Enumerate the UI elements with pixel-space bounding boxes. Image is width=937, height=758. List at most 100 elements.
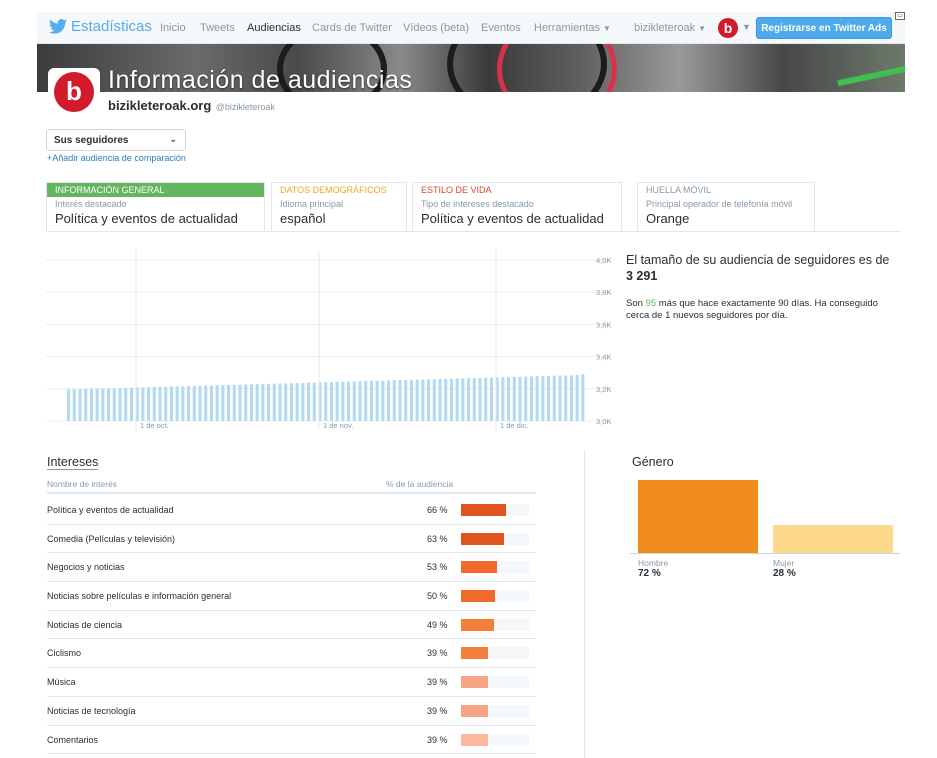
chart-bar: [358, 381, 362, 421]
audience-select[interactable]: Sus seguidores ⌄: [46, 129, 186, 151]
tab-value: Orange: [646, 211, 690, 226]
gender-chart-baseline: [630, 553, 900, 554]
chart-bar: [209, 385, 213, 421]
chart-bar: [112, 388, 116, 421]
y-tick-label: 4,0K: [596, 256, 611, 265]
chart-bar: [415, 379, 419, 421]
interest-bar: [461, 532, 504, 545]
table-row[interactable]: Ciclismo 39 %: [47, 639, 536, 669]
interest-name: Negocios y noticias: [47, 562, 125, 573]
chart-bar: [369, 380, 373, 421]
chart-bar: [124, 387, 128, 421]
chart-bar: [147, 387, 151, 421]
table-row[interactable]: Comentarios 39 %: [47, 726, 536, 755]
interest-bar: [461, 704, 488, 717]
chart-bar: [352, 381, 356, 421]
nav-tweets[interactable]: Tweets: [200, 22, 235, 34]
profile-avatar: b: [48, 68, 100, 114]
nav-inicio[interactable]: Inicio: [160, 22, 186, 34]
account-menu[interactable]: bizikleteroak ▼: [634, 22, 706, 34]
chart-bar: [84, 388, 88, 421]
chart-bar: [295, 383, 299, 421]
interests-table: Política y eventos de actualidad 66 % Come…: [47, 496, 536, 755]
chart-bar: [244, 384, 248, 421]
chart-bar: [227, 384, 231, 421]
profile-logo-circle: b: [54, 72, 94, 112]
x-tick-label: 1 de nov.: [323, 421, 353, 430]
interest-bar-track: [461, 504, 529, 516]
profile-handle: @bizikleteroak: [215, 102, 275, 112]
tab-header: INFORMACIÓN GENERAL: [47, 183, 264, 197]
interest-pct: 39 %: [427, 705, 448, 716]
interest-pct: 53 %: [427, 562, 448, 573]
chevron-down-icon[interactable]: ▼: [742, 22, 751, 32]
chart-bar: [478, 377, 482, 421]
table-row[interactable]: Comedia (Películas y televisión) 63 %: [47, 525, 536, 554]
chart-bar: [438, 378, 442, 421]
nav-eventos[interactable]: Eventos: [481, 22, 521, 34]
chevron-down-icon: ▼: [698, 24, 707, 33]
table-row[interactable]: Negocios y noticias 53 %: [47, 553, 536, 583]
y-tick-label: 3,2K: [596, 385, 611, 394]
col-audience-pct: % de la audiencia: [386, 479, 454, 489]
chart-bar: [72, 389, 76, 421]
interest-pct: 39 %: [427, 677, 448, 688]
chart-bar: [89, 388, 93, 421]
tab-lifestyle[interactable]: ESTILO DE VIDA Tipo de intereses destaca…: [412, 182, 622, 231]
x-tick-label: 1 de dic.: [500, 421, 528, 430]
nav-audiencias[interactable]: Audiencias: [247, 22, 301, 34]
tab-subtitle: Principal operador de telefonía móvil: [646, 199, 793, 209]
table-row[interactable]: Noticias de ciencia 49 %: [47, 611, 536, 640]
tab-general[interactable]: INFORMACIÓN GENERAL Interés destacado Po…: [46, 182, 265, 231]
chart-bar: [198, 385, 202, 421]
interests-table-header: Nombre de interés % de la audiencia: [47, 479, 536, 494]
chart-bar: [267, 383, 271, 421]
chart-bar: [507, 377, 511, 421]
account-avatar[interactable]: b: [718, 18, 738, 38]
add-comparison-audience-link[interactable]: +Añadir audiencia de comparación: [47, 153, 186, 163]
interest-bar: [461, 647, 488, 660]
table-row[interactable]: Noticias de tecnología 39 %: [47, 697, 536, 726]
gender-label-female: Mujer: [773, 558, 795, 568]
nav-cards[interactable]: Cards de Twitter: [312, 22, 392, 34]
chart-bar: [427, 379, 431, 421]
nav-videos[interactable]: Vídeos (beta): [403, 22, 469, 34]
chart-bar: [398, 380, 402, 421]
interest-pct: 39 %: [427, 648, 448, 659]
chart-bar: [467, 378, 471, 421]
chart-bar: [524, 376, 528, 421]
nav-herramientas[interactable]: Herramientas ▼: [534, 22, 611, 34]
follower-growth-chart: 4,0K 3,8K 3,6K 3,4K 3,2K 3,0K 1 de oct. 1 de no…: [46, 250, 616, 430]
chart-bar: [335, 381, 339, 421]
interest-bar-track: [461, 561, 529, 574]
col-interest-name: Nombre de interés: [47, 479, 117, 489]
chart-bar: [512, 376, 516, 421]
table-row[interactable]: Noticias sobre películas e información g…: [47, 582, 536, 611]
interest-pct: 66 %: [427, 505, 448, 515]
chart-bar: [307, 382, 311, 421]
chart-bar: [78, 389, 82, 421]
y-tick-label: 3,0K: [596, 417, 611, 426]
chart-bar: [575, 375, 579, 421]
window-restore-icon[interactable]: ▭: [895, 12, 905, 20]
chart-bar: [232, 384, 236, 421]
tab-mobile-footprint[interactable]: HUELLA MÓVIL Principal operador de telef…: [637, 182, 815, 231]
chart-bar: [444, 378, 448, 421]
chart-bar: [175, 386, 179, 421]
interest-bar-track: [461, 590, 529, 603]
twitter-ads-signup-button[interactable]: Registrarse en Twitter Ads: [756, 17, 892, 39]
chart-bar: [215, 385, 219, 421]
table-row[interactable]: Política y eventos de actualidad 66 %: [47, 496, 536, 525]
tab-header: HUELLA MÓVIL: [646, 185, 712, 195]
chart-bar: [192, 385, 196, 421]
chart-bar: [381, 380, 385, 421]
interest-bar: [461, 561, 498, 574]
chart-bar: [187, 386, 191, 421]
brand[interactable]: Estadísticas: [49, 18, 152, 35]
desc-suffix: más que hace exactamente 90 días. Ha con…: [626, 298, 878, 321]
chart-bar: [238, 384, 242, 421]
chart-bar: [569, 375, 573, 421]
table-row[interactable]: Música 39 %: [47, 668, 536, 697]
tab-demographics[interactable]: DATOS DEMOGRÁFICOS Idioma principal espa…: [271, 182, 407, 231]
interest-bar: [461, 618, 495, 631]
